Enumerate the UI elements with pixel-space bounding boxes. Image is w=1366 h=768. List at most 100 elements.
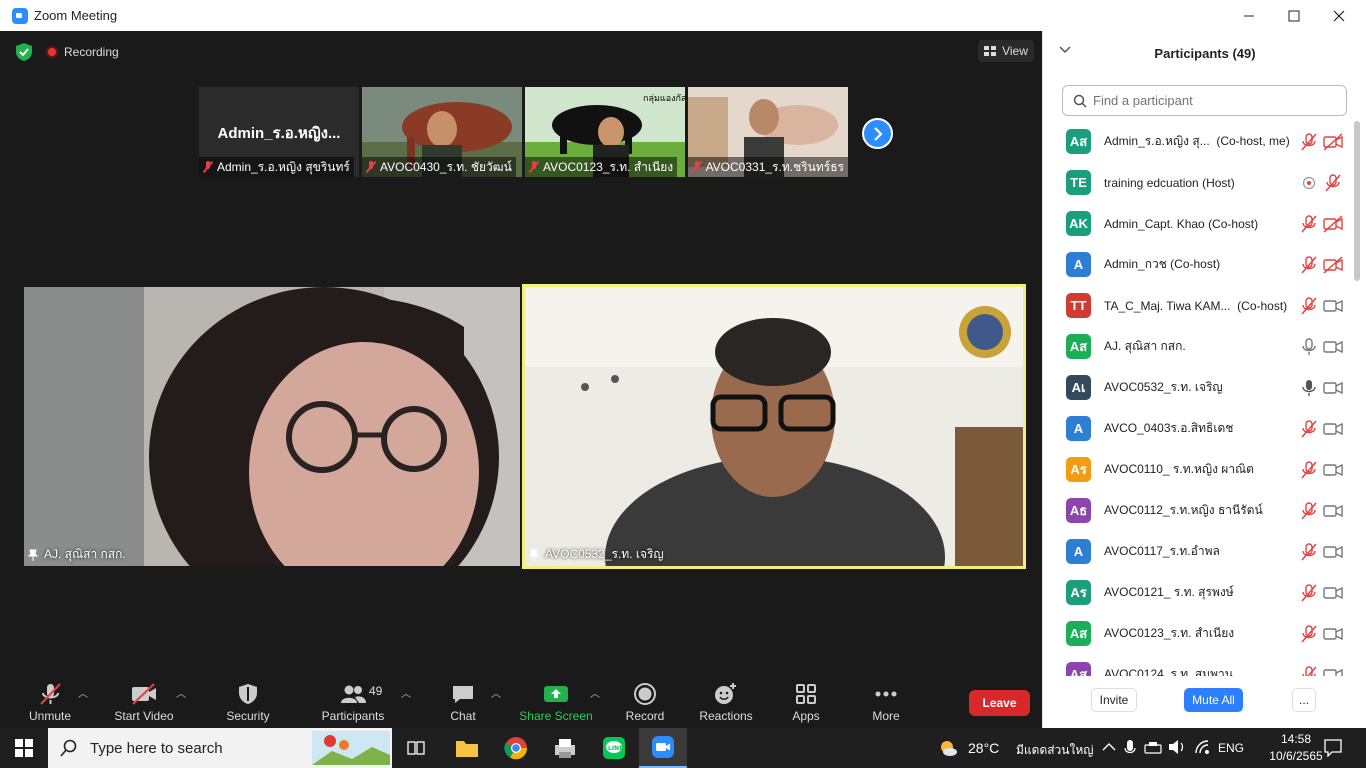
scrollbar-thumb[interactable] — [1354, 121, 1360, 281]
video-on-icon — [1323, 463, 1343, 476]
avatar: Aส — [1066, 621, 1091, 646]
thumbnail-tile[interactable]: AVOC0430_ร.ท. ชัยวัฒน์ — [362, 87, 522, 177]
mic-muted-icon — [1301, 255, 1317, 273]
notification-icon[interactable] — [1324, 739, 1342, 757]
unmute-button[interactable]: Unmute — [22, 673, 78, 728]
video-on-icon — [1323, 299, 1343, 312]
participants-panel: Participants (49) Aส Admin_ร.อ.หญิง สุ...… — [1042, 31, 1366, 728]
participant-row[interactable]: TT TA_C_Maj. Tiwa KAM... (Co-host) — [1043, 285, 1353, 326]
more-button[interactable]: More — [864, 673, 908, 728]
participant-row[interactable]: Aส AJ. สุณิสา กสก. — [1043, 326, 1353, 367]
video-options-caret[interactable]: ︿ — [176, 685, 186, 700]
participant-row[interactable]: Aธ AVOC0112_ร.ท.หญิง ธานีรัตน์ — [1043, 490, 1353, 531]
participant-name: Admin_ร.อ.หญิง สุ... (Co-host, me) — [1104, 134, 1290, 148]
mic-muted-icon — [692, 161, 702, 173]
chevron-up-icon[interactable] — [1102, 741, 1116, 753]
participant-row[interactable]: A AVOC0117_ร.ท.อำพล — [1043, 531, 1353, 572]
video-name-label: AJ. สุณิสา กสก. — [28, 545, 126, 564]
mic-muted-icon — [1301, 296, 1317, 314]
audio-options-caret[interactable]: ︿ — [78, 685, 88, 700]
record-button[interactable]: Record — [622, 673, 668, 728]
file-explorer-app[interactable] — [443, 728, 491, 768]
mic-on-icon — [1302, 337, 1316, 355]
apps-button[interactable]: Apps — [784, 673, 828, 728]
share-screen-button[interactable]: Share Screen — [516, 673, 596, 728]
participant-row[interactable]: Aร AVOC0121_ ร.ท. สุรพงษ์ — [1043, 572, 1353, 613]
participant-row[interactable]: Aร AVOC0110_ ร.ท.หญิง ผาณิต — [1043, 449, 1353, 490]
panel-more-button[interactable]: ... — [1292, 688, 1316, 712]
task-view-button[interactable] — [392, 728, 440, 768]
weather-sun-icon — [941, 741, 957, 756]
zoom-app[interactable] — [639, 728, 687, 768]
thumbnail-tile[interactable]: กลุ่มแองกัส AVOC0123_ร.ท. สำเนียง — [525, 87, 685, 177]
chrome-app[interactable] — [492, 728, 540, 768]
security-shield-icon — [239, 684, 257, 704]
volume-icon[interactable] — [1168, 739, 1186, 755]
wifi-icon[interactable] — [1194, 739, 1212, 755]
participant-name: AVOC0123_ร.ท. สำเนียง — [1104, 626, 1235, 640]
participant-row[interactable]: A Admin_กวช (Co-host) — [1043, 244, 1353, 285]
weather-temp[interactable]: 28°C — [968, 740, 999, 756]
participant-search[interactable] — [1062, 85, 1347, 116]
close-button[interactable] — [1316, 0, 1362, 31]
share-options-caret[interactable]: ︿ — [590, 685, 600, 700]
view-button[interactable]: View — [978, 40, 1034, 62]
task-view-icon — [407, 741, 425, 755]
start-button[interactable] — [0, 728, 48, 768]
chat-options-caret[interactable]: ︿ — [491, 685, 501, 700]
participant-row[interactable]: Aเ AVOC0532_ร.ท. เจริญ — [1043, 367, 1353, 408]
participant-row[interactable]: Aส AVOC0124_ร.ท. สมพาน — [1043, 654, 1353, 676]
invite-button[interactable]: Invite — [1091, 688, 1137, 712]
weather-description[interactable]: มีแดดส่วนใหญ่ — [1016, 741, 1094, 760]
recording-indicator[interactable]: Recording — [46, 42, 119, 61]
start-video-button[interactable]: Start Video — [108, 673, 180, 728]
active-speaker-tile[interactable]: AVOC0532_ร.ท. เจริญ — [522, 284, 1026, 569]
participant-row[interactable]: A AVCO_0403ร.อ.สิทธิเดช — [1043, 408, 1353, 449]
mute-all-button[interactable]: Mute All — [1184, 688, 1243, 712]
mic-muted-icon — [1301, 501, 1317, 519]
minimize-button[interactable] — [1226, 0, 1272, 31]
thumbnail-tile[interactable]: AVOC0331_ร.ท.ชรินทร์ธร — [688, 87, 848, 177]
participant-list-scrollbar[interactable] — [1353, 121, 1361, 676]
maximize-button[interactable] — [1271, 0, 1317, 31]
windows-logo-icon — [15, 739, 33, 757]
zoom-app-icon — [12, 8, 28, 24]
participant-row[interactable]: Aส AVOC0123_ร.ท. สำเนียง — [1043, 613, 1353, 654]
participant-name: training edcuation (Host) — [1104, 175, 1235, 190]
clock-date[interactable]: 10/6/2565 — [1266, 749, 1326, 763]
thumbnail-tile[interactable]: Admin_ร.อ.หญิง... Admin_ร.อ.หญิง สุขรินท… — [199, 87, 359, 177]
input-language[interactable]: ENG — [1218, 741, 1244, 755]
scanner-app[interactable] — [541, 728, 589, 768]
participant-row[interactable]: AK Admin_Capt. Khao (Co-host) — [1043, 203, 1353, 244]
chat-button[interactable]: Chat — [440, 673, 486, 728]
participant-row[interactable]: Aส Admin_ร.อ.หญิง สุ... (Co-host, me) — [1043, 121, 1353, 162]
leave-button[interactable]: Leave — [969, 690, 1030, 716]
video-off-icon — [1323, 255, 1343, 274]
avatar: A — [1066, 539, 1091, 564]
participants-button[interactable]: Participants — [318, 673, 388, 728]
folder-icon — [456, 741, 478, 757]
participant-row[interactable]: TE training edcuation (Host) — [1043, 162, 1353, 203]
encryption-shield-icon[interactable] — [12, 41, 36, 63]
taskbar-search[interactable]: Type here to search — [48, 728, 392, 768]
avatar: Aส — [1066, 662, 1091, 676]
mic-muted-icon — [1325, 173, 1341, 191]
participant-name: AVOC0112_ร.ท.หญิง ธานีรัตน์ — [1104, 503, 1263, 517]
reactions-button[interactable]: Reactions — [696, 673, 756, 728]
participants-icon — [341, 685, 366, 703]
network-device-icon[interactable] — [1144, 740, 1162, 756]
search-input[interactable] — [1093, 93, 1333, 108]
participants-options-caret[interactable]: ︿ — [401, 685, 411, 700]
avatar: Aร — [1066, 457, 1091, 482]
next-page-button[interactable] — [862, 118, 893, 149]
participant-name: Admin_Capt. Khao (Co-host) — [1104, 216, 1259, 231]
close-icon — [1333, 10, 1345, 21]
mic-muted-icon — [1301, 132, 1317, 150]
line-app[interactable]: LINE — [590, 728, 638, 768]
printer-icon — [555, 739, 575, 758]
clock-time[interactable]: 14:58 — [1266, 732, 1326, 746]
security-button[interactable]: Security — [220, 673, 276, 728]
video-tile[interactable]: AJ. สุณิสา กสก. — [24, 287, 520, 566]
microphone-icon[interactable] — [1124, 739, 1136, 757]
mic-muted-icon — [1301, 624, 1317, 642]
